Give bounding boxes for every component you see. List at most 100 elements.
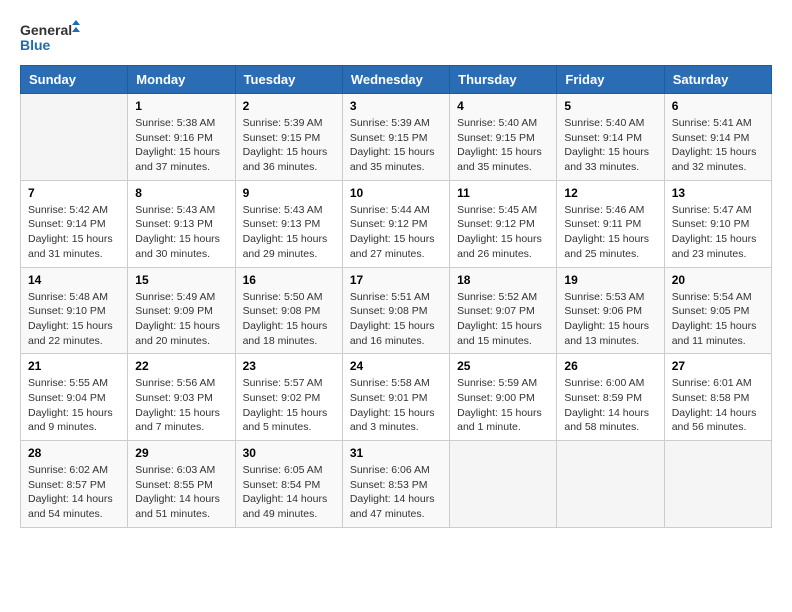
day-number: 5	[564, 99, 656, 113]
calendar-cell: 13 Sunrise: 5:47 AM Sunset: 9:10 PM Dayli…	[664, 180, 771, 267]
calendar-cell: 7 Sunrise: 5:42 AM Sunset: 9:14 PM Daylig…	[21, 180, 128, 267]
header: General Blue	[20, 20, 772, 55]
calendar-week-row: 14 Sunrise: 5:48 AM Sunset: 9:10 PM Dayli…	[21, 267, 772, 354]
day-of-week-header: Tuesday	[235, 66, 342, 94]
day-number: 10	[350, 186, 442, 200]
day-info: Sunrise: 5:55 AM Sunset: 9:04 PM Dayligh…	[28, 376, 120, 435]
calendar-cell: 8 Sunrise: 5:43 AM Sunset: 9:13 PM Daylig…	[128, 180, 235, 267]
day-of-week-header: Wednesday	[342, 66, 449, 94]
day-info: Sunrise: 5:51 AM Sunset: 9:08 PM Dayligh…	[350, 290, 442, 349]
calendar-cell: 11 Sunrise: 5:45 AM Sunset: 9:12 PM Dayli…	[450, 180, 557, 267]
calendar-cell: 17 Sunrise: 5:51 AM Sunset: 9:08 PM Dayli…	[342, 267, 449, 354]
day-number: 21	[28, 359, 120, 373]
day-number: 29	[135, 446, 227, 460]
svg-text:Blue: Blue	[20, 37, 51, 53]
calendar-cell: 23Sunrise: 5:57 AM Sunset: 9:02 PM Dayli…	[235, 354, 342, 441]
day-info: Sunrise: 5:40 AM Sunset: 9:14 PM Dayligh…	[564, 116, 656, 175]
calendar-cell: 9Sunrise: 5:43 AM Sunset: 9:13 PM Daylig…	[235, 180, 342, 267]
day-number: 7	[28, 186, 120, 200]
day-info: Sunrise: 5:40 AM Sunset: 9:15 PM Dayligh…	[457, 116, 549, 175]
calendar-cell: 12Sunrise: 5:46 AM Sunset: 9:11 PM Dayli…	[557, 180, 664, 267]
day-number: 1	[135, 99, 227, 113]
calendar-cell: 30 Sunrise: 6:05 AM Sunset: 8:54 PM Dayli…	[235, 441, 342, 528]
calendar-body: 1 Sunrise: 5:38 AM Sunset: 9:16 PM Daylig…	[21, 94, 772, 528]
day-info: Sunrise: 5:41 AM Sunset: 9:14 PM Dayligh…	[672, 116, 764, 175]
calendar-cell: 5 Sunrise: 5:40 AM Sunset: 9:14 PM Daylig…	[557, 94, 664, 181]
day-info: Sunrise: 5:59 AM Sunset: 9:00 PM Dayligh…	[457, 376, 549, 435]
calendar-cell: 14 Sunrise: 5:48 AM Sunset: 9:10 PM Dayli…	[21, 267, 128, 354]
day-info: Sunrise: 5:56 AM Sunset: 9:03 PM Dayligh…	[135, 376, 227, 435]
calendar-cell	[450, 441, 557, 528]
day-info: Sunrise: 5:52 AM Sunset: 9:07 PM Dayligh…	[457, 290, 549, 349]
calendar-cell: 15 Sunrise: 5:49 AM Sunset: 9:09 PM Dayli…	[128, 267, 235, 354]
logo: General Blue	[20, 20, 80, 55]
day-number: 15	[135, 273, 227, 287]
day-info: Sunrise: 5:38 AM Sunset: 9:16 PM Dayligh…	[135, 116, 227, 175]
day-info: Sunrise: 5:49 AM Sunset: 9:09 PM Dayligh…	[135, 290, 227, 349]
calendar-cell: 3 Sunrise: 5:39 AM Sunset: 9:15 PM Daylig…	[342, 94, 449, 181]
day-info: Sunrise: 5:50 AM Sunset: 9:08 PM Dayligh…	[243, 290, 335, 349]
day-number: 23	[243, 359, 335, 373]
day-number: 8	[135, 186, 227, 200]
day-info: Sunrise: 5:39 AM Sunset: 9:15 PM Dayligh…	[243, 116, 335, 175]
day-number: 20	[672, 273, 764, 287]
calendar-table: SundayMondayTuesdayWednesdayThursdayFrid…	[20, 65, 772, 528]
day-number: 30	[243, 446, 335, 460]
calendar-cell: 18 Sunrise: 5:52 AM Sunset: 9:07 PM Dayli…	[450, 267, 557, 354]
day-of-week-header: Saturday	[664, 66, 771, 94]
day-info: Sunrise: 5:43 AM Sunset: 9:13 PM Dayligh…	[135, 203, 227, 262]
calendar-cell: 19 Sunrise: 5:53 AM Sunset: 9:06 PM Dayli…	[557, 267, 664, 354]
calendar-cell: 31 Sunrise: 6:06 AM Sunset: 8:53 PM Dayli…	[342, 441, 449, 528]
day-info: Sunrise: 5:53 AM Sunset: 9:06 PM Dayligh…	[564, 290, 656, 349]
day-of-week-header: Monday	[128, 66, 235, 94]
day-number: 3	[350, 99, 442, 113]
calendar-cell: 1 Sunrise: 5:38 AM Sunset: 9:16 PM Daylig…	[128, 94, 235, 181]
day-number: 2	[243, 99, 335, 113]
day-info: Sunrise: 6:06 AM Sunset: 8:53 PM Dayligh…	[350, 463, 442, 522]
day-info: Sunrise: 5:39 AM Sunset: 9:15 PM Dayligh…	[350, 116, 442, 175]
day-info: Sunrise: 5:47 AM Sunset: 9:10 PM Dayligh…	[672, 203, 764, 262]
day-info: Sunrise: 6:05 AM Sunset: 8:54 PM Dayligh…	[243, 463, 335, 522]
day-number: 28	[28, 446, 120, 460]
calendar-cell: 21 Sunrise: 5:55 AM Sunset: 9:04 PM Dayli…	[21, 354, 128, 441]
day-number: 14	[28, 273, 120, 287]
day-info: Sunrise: 5:48 AM Sunset: 9:10 PM Dayligh…	[28, 290, 120, 349]
calendar-cell	[664, 441, 771, 528]
day-number: 25	[457, 359, 549, 373]
day-info: Sunrise: 6:02 AM Sunset: 8:57 PM Dayligh…	[28, 463, 120, 522]
day-info: Sunrise: 5:54 AM Sunset: 9:05 PM Dayligh…	[672, 290, 764, 349]
day-number: 19	[564, 273, 656, 287]
day-number: 26	[564, 359, 656, 373]
day-number: 22	[135, 359, 227, 373]
calendar-cell: 29Sunrise: 6:03 AM Sunset: 8:55 PM Dayli…	[128, 441, 235, 528]
calendar-week-row: 7 Sunrise: 5:42 AM Sunset: 9:14 PM Daylig…	[21, 180, 772, 267]
day-number: 13	[672, 186, 764, 200]
day-info: Sunrise: 6:00 AM Sunset: 8:59 PM Dayligh…	[564, 376, 656, 435]
calendar-cell: 25 Sunrise: 5:59 AM Sunset: 9:00 PM Dayli…	[450, 354, 557, 441]
day-number: 17	[350, 273, 442, 287]
day-info: Sunrise: 5:44 AM Sunset: 9:12 PM Dayligh…	[350, 203, 442, 262]
day-info: Sunrise: 5:46 AM Sunset: 9:11 PM Dayligh…	[564, 203, 656, 262]
logo-svg: General Blue	[20, 20, 80, 55]
day-number: 31	[350, 446, 442, 460]
day-of-week-header: Friday	[557, 66, 664, 94]
day-info: Sunrise: 5:42 AM Sunset: 9:14 PM Dayligh…	[28, 203, 120, 262]
calendar-cell: 2 Sunrise: 5:39 AM Sunset: 9:15 PM Daylig…	[235, 94, 342, 181]
calendar-cell	[21, 94, 128, 181]
day-number: 27	[672, 359, 764, 373]
calendar-header-row: SundayMondayTuesdayWednesdayThursdayFrid…	[21, 66, 772, 94]
day-info: Sunrise: 5:45 AM Sunset: 9:12 PM Dayligh…	[457, 203, 549, 262]
calendar-cell: 24 Sunrise: 5:58 AM Sunset: 9:01 PM Dayli…	[342, 354, 449, 441]
day-number: 11	[457, 186, 549, 200]
calendar-cell: 22 Sunrise: 5:56 AM Sunset: 9:03 PM Dayli…	[128, 354, 235, 441]
calendar-cell	[557, 441, 664, 528]
day-number: 4	[457, 99, 549, 113]
calendar-cell: 10 Sunrise: 5:44 AM Sunset: 9:12 PM Dayli…	[342, 180, 449, 267]
day-number: 18	[457, 273, 549, 287]
day-info: Sunrise: 5:58 AM Sunset: 9:01 PM Dayligh…	[350, 376, 442, 435]
day-number: 6	[672, 99, 764, 113]
svg-text:General: General	[20, 22, 72, 38]
calendar-cell: 6 Sunrise: 5:41 AM Sunset: 9:14 PM Daylig…	[664, 94, 771, 181]
day-number: 9	[243, 186, 335, 200]
day-number: 24	[350, 359, 442, 373]
